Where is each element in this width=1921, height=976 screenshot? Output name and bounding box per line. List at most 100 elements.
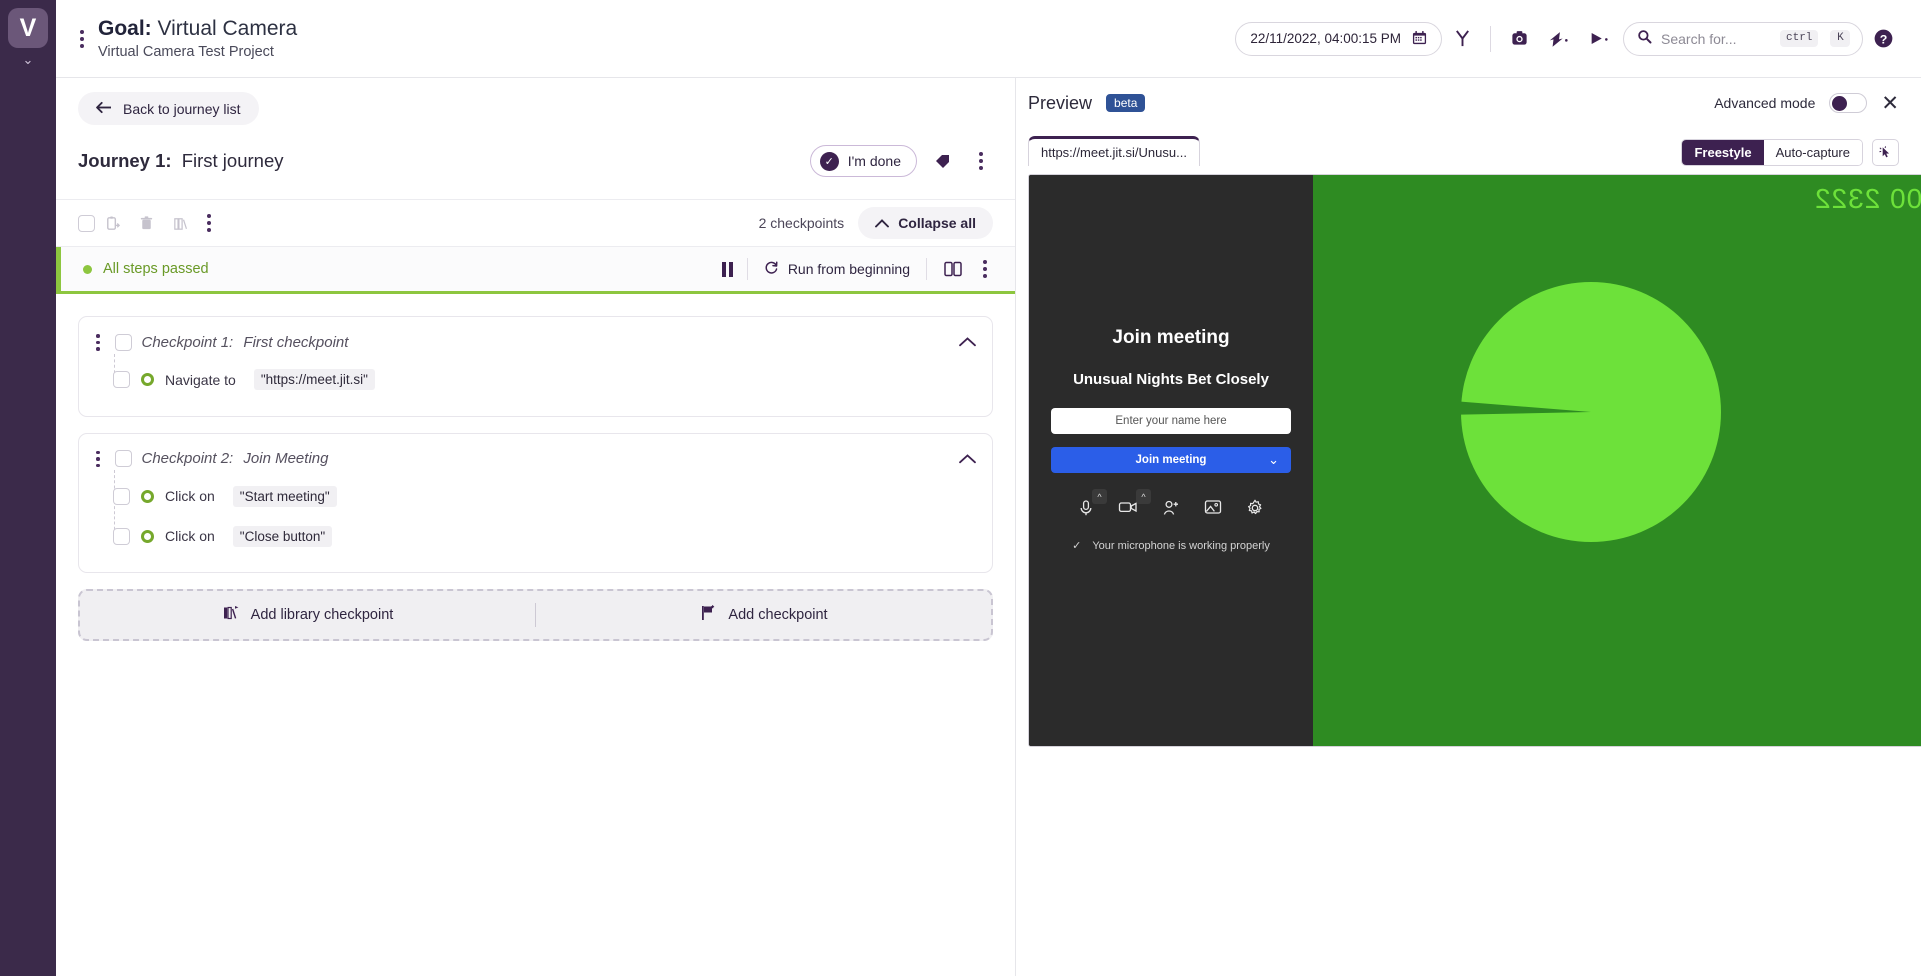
mode-freestyle[interactable]: Freestyle: [1682, 140, 1763, 165]
search-input[interactable]: [1661, 31, 1771, 47]
jitsi-join-panel: Join meeting Unusual Nights Bet Closely …: [1029, 175, 1313, 746]
preview-url-tab[interactable]: https://meet.jit.si/Unusu...: [1028, 136, 1200, 166]
main-column: Goal: Virtual Camera Virtual Camera Test…: [56, 0, 1921, 976]
advanced-mode-toggle[interactable]: [1829, 93, 1867, 113]
checkpoint-collapse-icon[interactable]: [959, 449, 976, 469]
branch-icon[interactable]: [1442, 19, 1482, 59]
step-checkbox[interactable]: [113, 371, 130, 388]
journey-menu-button[interactable]: [969, 148, 993, 174]
step-checkbox[interactable]: [113, 528, 130, 545]
checkpoint-header: Checkpoint 1: First checkpoint: [91, 331, 976, 354]
checkpoint-checkbox[interactable]: [115, 334, 132, 351]
journey-title: Journey 1: First journey: [78, 150, 283, 172]
journey-name: First journey: [182, 150, 284, 171]
toolbar-divider: [1490, 26, 1491, 52]
back-row: Back to journey list: [56, 78, 1015, 131]
video-overlay-number: 100 2322: [1814, 183, 1921, 215]
step-value: "Close button": [233, 526, 332, 547]
preview-stage: Join meeting Unusual Nights Bet Closely …: [1016, 166, 1921, 747]
camera-icon[interactable]: ^: [1118, 499, 1138, 515]
duplicate-icon[interactable]: [95, 206, 129, 240]
play-icon[interactable]: [1579, 19, 1619, 59]
top-bar-actions: 22/11/2022, 04:00:15 PM: [1235, 19, 1903, 59]
status-dot: [83, 265, 92, 274]
add-library-checkpoint-button[interactable]: Add library checkpoint: [80, 591, 535, 639]
search-box[interactable]: ctrl K: [1623, 22, 1863, 56]
step-row[interactable]: Click on "Close button": [113, 516, 976, 556]
step-row[interactable]: Navigate to "https://meet.jit.si": [113, 360, 976, 400]
checkpoint-title: Checkpoint 2: Join Meeting: [142, 450, 329, 467]
capture-mode-segmented: Freestyle Auto-capture: [1681, 139, 1863, 166]
microphone-options-icon[interactable]: ^: [1092, 489, 1107, 504]
split-view-icon[interactable]: [933, 249, 973, 289]
checkpoint-count: 2 checkpoints: [759, 215, 845, 231]
app-logo[interactable]: V: [8, 8, 48, 48]
chevron-down-icon[interactable]: ⌄: [1268, 452, 1279, 468]
datetime-value: 22/11/2022, 04:00:15 PM: [1250, 31, 1401, 46]
jitsi-join-label: Join meeting: [1136, 454, 1207, 466]
settings-icon[interactable]: [1246, 499, 1264, 517]
toolbar-right: 2 checkpoints Collapse all: [759, 207, 993, 239]
left-rail: V ⌄: [0, 0, 56, 976]
run-menu-button[interactable]: [973, 256, 997, 282]
checkpoint-title: Checkpoint 1: First checkpoint: [142, 334, 349, 351]
tag-icon[interactable]: [923, 141, 963, 181]
journey-prefix: Journey 1:: [78, 150, 172, 171]
library-icon[interactable]: [163, 206, 197, 240]
run-controls: Run from beginning: [714, 249, 997, 289]
preview-header-actions: Advanced mode ✕: [1714, 93, 1899, 114]
camera-icon[interactable]: [1499, 19, 1539, 59]
journey-actions: ✓ I'm done: [810, 141, 993, 181]
preview-header: Preview beta Advanced mode ✕: [1016, 78, 1921, 128]
jitsi-name-input[interactable]: Enter your name here: [1051, 408, 1291, 434]
checkpoint-menu-button[interactable]: [91, 331, 105, 354]
close-icon[interactable]: ✕: [1881, 93, 1899, 114]
datetime-field[interactable]: 22/11/2022, 04:00:15 PM: [1235, 22, 1442, 56]
invite-icon[interactable]: [1162, 499, 1180, 517]
im-done-button[interactable]: ✓ I'm done: [810, 145, 917, 177]
add-checkpoint-button[interactable]: Add checkpoint: [536, 591, 991, 639]
checkpoint-prefix: Checkpoint 2:: [142, 450, 234, 467]
step-checkbox[interactable]: [113, 488, 130, 505]
run-from-beginning-button[interactable]: Run from beginning: [754, 260, 920, 278]
status-text: All steps passed: [103, 261, 209, 277]
browser-viewport[interactable]: Join meeting Unusual Nights Bet Closely …: [1028, 174, 1921, 747]
checkpoint-collapse-icon[interactable]: [959, 332, 976, 352]
microphone-icon[interactable]: ^: [1078, 499, 1094, 517]
camera-options-icon[interactable]: ^: [1136, 489, 1151, 504]
add-library-checkpoint-label: Add library checkpoint: [251, 607, 394, 623]
preview-tabs-row: https://meet.jit.si/Unusu... Freestyle A…: [1016, 128, 1921, 166]
control-divider: [747, 258, 748, 280]
checkpoint-steps: Click on "Start meeting" Click on "Close…: [91, 476, 976, 556]
rocket-icon[interactable]: [1539, 19, 1579, 59]
select-all-checkbox[interactable]: [78, 215, 95, 232]
preview-title: Preview: [1028, 93, 1092, 114]
calendar-icon: [1412, 30, 1427, 48]
collapse-all-button[interactable]: Collapse all: [858, 207, 993, 239]
checkpoint-checkbox[interactable]: [115, 450, 132, 467]
background-icon[interactable]: [1204, 499, 1222, 515]
checkpoint-card: Checkpoint 2: Join Meeting Clic: [78, 433, 993, 574]
back-to-journey-list-button[interactable]: Back to journey list: [78, 92, 259, 125]
goal-menu-button[interactable]: [70, 26, 94, 52]
check-icon: ✓: [1072, 539, 1081, 552]
cursor-click-icon[interactable]: [1872, 139, 1899, 166]
toolbar-menu-button[interactable]: [197, 210, 221, 236]
step-row[interactable]: Click on "Start meeting": [113, 476, 976, 516]
mode-auto-capture[interactable]: Auto-capture: [1764, 140, 1862, 165]
search-icon: [1637, 29, 1652, 49]
checkpoint-menu-button[interactable]: [91, 448, 105, 471]
pause-button[interactable]: [714, 262, 741, 277]
shortcut-key-ctrl: ctrl: [1780, 30, 1818, 47]
run-status-bar: All steps passed Run from beginning: [56, 247, 1015, 294]
beta-badge: beta: [1106, 94, 1145, 112]
im-done-label: I'm done: [848, 153, 901, 169]
chevron-down-icon[interactable]: ⌄: [23, 52, 34, 68]
body-split: Back to journey list Journey 1: First jo…: [56, 78, 1921, 976]
help-icon[interactable]: ?: [1863, 19, 1903, 59]
chevron-up-icon: [875, 215, 889, 231]
step-action: Click on: [165, 488, 215, 504]
delete-icon[interactable]: [129, 206, 163, 240]
jitsi-join-button[interactable]: Join meeting ⌄: [1051, 447, 1291, 473]
app-root: V ⌄ Goal: Virtual Camera Virtual Camera …: [0, 0, 1921, 976]
